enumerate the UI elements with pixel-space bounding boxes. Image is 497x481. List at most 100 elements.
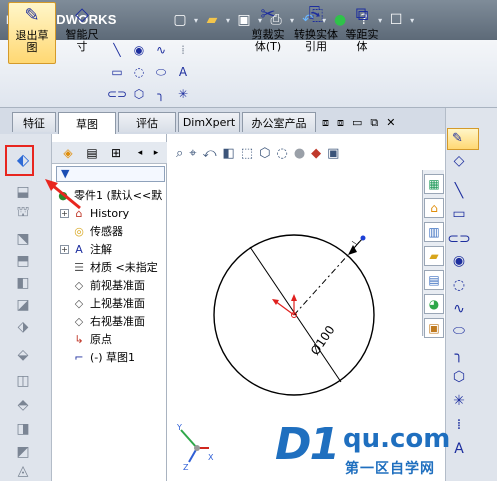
chamfer-feature-icon[interactable]: ◪	[12, 296, 34, 314]
shell-feature-icon[interactable]: ⬙	[12, 346, 34, 364]
view-palette-icon[interactable]: ▰	[424, 246, 444, 266]
options-dropdown-icon[interactable]: ▾	[410, 16, 414, 25]
close-icon[interactable]: ✕	[386, 116, 395, 130]
new-file-icon[interactable]: ▢	[170, 10, 190, 30]
right-exit-sketch-icon: ✎	[452, 131, 463, 146]
tree-item[interactable]: ◇ 右视基准面	[60, 313, 145, 329]
smart-dimension-button[interactable]: ◇ 智能尺寸	[60, 2, 104, 64]
tree-item[interactable]: ◇ 前视基准面	[60, 277, 145, 293]
appearances-icon[interactable]: ◕	[424, 294, 444, 314]
exit-sketch-label: 退出草图	[15, 29, 49, 54]
tab-office-products[interactable]: 办公室产品	[242, 112, 316, 132]
tile-window-icon-2[interactable]: ⧈	[337, 116, 344, 130]
revolve-boss-icon[interactable]: ⛫	[12, 204, 34, 222]
trim-entities-icon: ✂	[260, 4, 276, 25]
tree-item[interactable]: ↳ 原点	[60, 331, 112, 347]
custom-properties-icon[interactable]: ▣	[424, 318, 444, 338]
triad-center	[194, 445, 200, 451]
right-text-icon[interactable]: A	[449, 440, 469, 458]
tree-item[interactable]: ☰ 材质 <未指定	[60, 259, 158, 275]
tree-filter[interactable]: ▼	[56, 166, 165, 182]
circle-icon[interactable]: ◉	[130, 42, 148, 58]
property-manager-tab-icon[interactable]: ▤	[82, 144, 102, 162]
point-icon[interactable]: ✳	[174, 86, 192, 102]
right-construction-icon[interactable]: ⁞	[449, 416, 469, 434]
mirror-feature-icon[interactable]: ⬘	[12, 396, 34, 414]
pattern-feature-icon[interactable]: ◫	[12, 372, 34, 390]
tab-sketch[interactable]: 草图	[58, 112, 116, 134]
restore-icon[interactable]: ⧉	[370, 116, 378, 130]
expand-toggle-icon[interactable]: +	[60, 244, 69, 254]
extruded-cut-icon[interactable]: ⬔	[12, 230, 34, 248]
tab-features[interactable]: 特征	[12, 112, 56, 132]
rectangle-icon[interactable]: ▭	[108, 64, 126, 80]
options-icon[interactable]: ☐	[386, 10, 406, 30]
feature-tree-tab-icon[interactable]: ◈	[58, 144, 78, 162]
extrude-boss-icon[interactable]: ⬓	[12, 183, 34, 201]
search-icon[interactable]: ▤	[424, 270, 444, 290]
right-spline-icon[interactable]: ∿	[449, 300, 469, 318]
history-icon: ⌂	[75, 206, 83, 220]
rib-feature-icon[interactable]: ⬗	[12, 318, 34, 336]
curves-feature-icon[interactable]: ◨	[12, 420, 34, 438]
spline-icon[interactable]: ∿	[152, 42, 170, 58]
right-circle-icon[interactable]: ◉	[449, 252, 469, 270]
slot-icon[interactable]: ⊂⊃	[107, 86, 127, 102]
line-icon[interactable]: ╲	[108, 42, 126, 58]
tree-root[interactable]: ● 零件1 (默认<<默	[56, 187, 162, 203]
convert-entities-button[interactable]: ⎘ 转换实体引用	[292, 2, 340, 64]
leader-tick: ⊥	[349, 237, 362, 249]
tree-item[interactable]: + ⌂ History	[60, 205, 129, 221]
solidworks-resources-icon[interactable]: ▦	[424, 174, 444, 194]
right-point-icon[interactable]: ✳	[449, 392, 469, 410]
revolved-cut-icon[interactable]: ⬒	[12, 252, 34, 270]
open-dropdown-icon[interactable]: ▾	[226, 16, 230, 25]
fillet-feature-icon[interactable]: ◧	[12, 274, 34, 292]
right-dimension-icon[interactable]: ◇	[449, 152, 469, 170]
ellipse-icon[interactable]: ⬭	[152, 64, 170, 80]
tree-item[interactable]: + A 注解	[60, 241, 112, 257]
right-polygon-icon[interactable]: ⬡	[449, 368, 469, 386]
tree-item[interactable]: ◇ 上视基准面	[60, 295, 145, 311]
endpoint-handle[interactable]	[360, 235, 366, 241]
right-rectangle-icon[interactable]: ▭	[449, 205, 469, 223]
right-ellipse-icon[interactable]: ⬭	[449, 322, 469, 340]
triad-y-label: Y	[176, 423, 182, 432]
tab-evaluate[interactable]: 评估	[118, 112, 176, 132]
tree-item-label: 原点	[90, 333, 112, 346]
construction-geometry-icon[interactable]: ⁞	[174, 42, 192, 58]
tab-dimxpert[interactable]: DimXpert	[178, 112, 240, 132]
offset-entities-button[interactable]: ⧉ 等距实体	[340, 2, 384, 64]
file-explorer-icon[interactable]: ▥	[424, 222, 444, 242]
right-slot-icon[interactable]: ⊂⊃	[447, 230, 470, 248]
tree-item[interactable]: ⌐ (-) 草图1	[60, 349, 135, 365]
triad-x-label: X	[208, 453, 214, 462]
fillet-icon[interactable]: ╮	[152, 86, 170, 102]
configuration-tab-icon[interactable]: ⊞	[106, 144, 126, 162]
tile-window-icon[interactable]: ⧈	[322, 116, 329, 130]
tree-item-label: (-) 草图1	[90, 351, 136, 364]
expand-toggle-icon[interactable]: +	[60, 208, 69, 218]
tree-item-label: 传感器	[90, 225, 123, 238]
new-dropdown-icon[interactable]: ▾	[194, 16, 198, 25]
panel-tabs: ◈ ▤ ⊞ ◂ ▸	[52, 142, 167, 164]
text-icon[interactable]: A	[174, 64, 192, 80]
design-library-icon[interactable]: ⌂	[424, 198, 444, 218]
exit-sketch-button[interactable]: ✎ 退出草图	[8, 2, 56, 64]
right-arc-icon[interactable]: ◌	[449, 276, 469, 294]
more-features-icon[interactable]: ◬	[12, 462, 34, 480]
tree-item[interactable]: ◎ 传感器	[60, 223, 123, 239]
scroll-right-icon[interactable]: ▸	[146, 144, 166, 162]
document-window-controls: ⧈ ⧈ ▭ ⧉ ✕	[322, 116, 395, 130]
right-fillet-icon[interactable]: ╮	[449, 346, 469, 364]
right-line-icon[interactable]: ╲	[449, 182, 469, 200]
highlight-box	[5, 145, 34, 176]
open-folder-icon[interactable]: ▰	[202, 10, 222, 30]
reference-geometry-icon[interactable]: ◩	[12, 443, 34, 461]
minimize-icon[interactable]: ▭	[352, 116, 362, 130]
right-exit-sketch-button[interactable]: ✎	[447, 128, 479, 150]
polygon-icon[interactable]: ⬡	[130, 86, 148, 102]
arc-icon[interactable]: ◌	[130, 64, 148, 80]
plane-icon: ◇	[74, 314, 84, 328]
trim-entities-button[interactable]: ✂ 剪裁实体(T)	[244, 2, 292, 64]
